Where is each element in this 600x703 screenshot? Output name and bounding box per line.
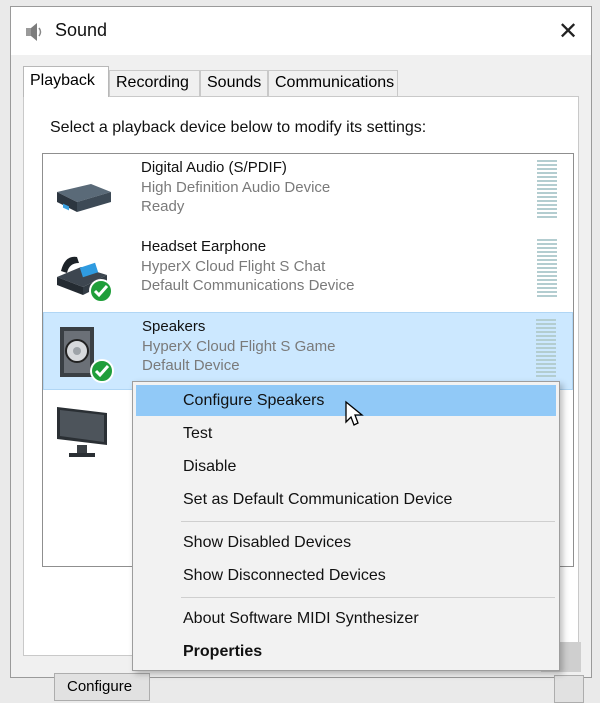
device-status: Default Device	[142, 357, 240, 374]
headset-phone-icon	[57, 256, 113, 303]
menu-item-about-midi[interactable]: About Software MIDI Synthesizer	[136, 603, 556, 634]
menu-separator	[181, 597, 555, 598]
volume-meter	[536, 319, 556, 381]
device-name: Headset Earphone	[141, 238, 267, 255]
device-digital-audio[interactable]: Digital Audio (S/PDIF) High Definition A…	[43, 154, 573, 232]
window-title: Sound	[55, 20, 108, 40]
properties-button[interactable]	[554, 675, 584, 703]
title-bar: Sound ✕	[11, 7, 591, 55]
menu-item-set-default-communication[interactable]: Set as Default Communication Device	[136, 484, 556, 515]
device-status: Default Communications Device	[141, 277, 355, 294]
menu-item-show-disabled[interactable]: Show Disabled Devices	[136, 527, 556, 558]
tab-recording[interactable]: Recording	[109, 70, 200, 96]
device-driver: HyperX Cloud Flight S Game	[142, 337, 336, 355]
menu-separator	[181, 521, 555, 522]
menu-item-disable[interactable]: Disable	[136, 451, 556, 482]
close-button[interactable]: ✕	[545, 7, 591, 55]
digital-audio-icon	[57, 184, 111, 212]
menu-item-properties[interactable]: Properties	[136, 636, 556, 667]
speaker-title-icon	[26, 23, 42, 41]
configure-button[interactable]: Configure	[54, 673, 150, 701]
tab-sounds[interactable]: Sounds	[200, 70, 268, 96]
instruction-text: Select a playback device below to modify…	[50, 119, 427, 136]
mouse-cursor-icon	[345, 400, 364, 426]
menu-item-show-disconnected[interactable]: Show Disconnected Devices	[136, 560, 556, 591]
volume-meter	[537, 239, 557, 301]
device-headset-earphone[interactable]: Headset Earphone HyperX Cloud Flight S C…	[43, 233, 573, 311]
volume-meter	[537, 160, 557, 222]
device-status: Ready	[141, 198, 185, 215]
device-speakers[interactable]: Speakers HyperX Cloud Flight S Game Defa…	[43, 312, 573, 390]
device-name: Speakers	[142, 318, 206, 335]
speaker-icon	[60, 327, 114, 383]
device-driver: HyperX Cloud Flight S Chat	[141, 257, 326, 275]
tab-communications[interactable]: Communications	[268, 70, 398, 96]
tab-playback[interactable]: Playback	[23, 66, 109, 97]
close-icon: ✕	[557, 17, 579, 45]
device-name: Digital Audio (S/PDIF)	[141, 159, 287, 176]
monitor-icon	[57, 407, 107, 457]
device-driver: High Definition Audio Device	[141, 178, 331, 196]
